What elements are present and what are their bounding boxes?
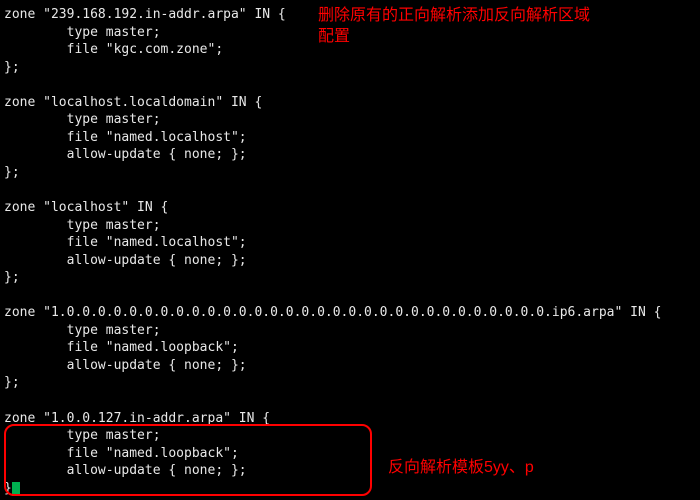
- zone-header: zone "localhost" IN {: [4, 200, 168, 215]
- zone-type-line: type master;: [4, 218, 161, 233]
- zone-file-line: file "named.localhost";: [4, 235, 247, 250]
- zone-header: zone "239.168.192.in-addr.arpa" IN {: [4, 7, 286, 22]
- zone-type-line: type master;: [4, 323, 161, 338]
- annotation-bottom: 反向解析模板5yy、p: [388, 458, 648, 479]
- zone-allow-line: allow-update { none; };: [4, 253, 247, 268]
- zone-type-line: type master;: [4, 112, 161, 127]
- terminal-editor[interactable]: zone "239.168.192.in-addr.arpa" IN { typ…: [4, 6, 696, 497]
- zone-allow-line: allow-update { none; };: [4, 147, 247, 162]
- zone-header: zone "1.0.0.127.in-addr.arpa" IN {: [4, 411, 270, 426]
- zone-file-line: file "kgc.com.zone";: [4, 42, 223, 57]
- zone-close: };: [4, 60, 20, 75]
- zone-close: };: [4, 375, 20, 390]
- zone-allow-line: allow-update { none; };: [4, 358, 247, 373]
- zone-close: };: [4, 270, 20, 285]
- zone-header: zone "localhost.localdomain" IN {: [4, 95, 262, 110]
- annotation-top: 删除原有的正向解析添加反向解析区域配置: [318, 6, 598, 48]
- zone-type-line: type master;: [4, 25, 161, 40]
- zone-header: zone "1.0.0.0.0.0.0.0.0.0.0.0.0.0.0.0.0.…: [4, 305, 661, 320]
- zone-file-line: file "named.loopback";: [4, 340, 239, 355]
- zone-file-line: file "named.loopback";: [4, 446, 239, 461]
- zone-allow-line: allow-update { none; };: [4, 463, 247, 478]
- cursor-icon: [12, 482, 20, 496]
- zone-file-line: file "named.localhost";: [4, 130, 247, 145]
- zone-type-line: type master;: [4, 428, 161, 443]
- zone-close: }: [4, 481, 12, 496]
- zone-close: };: [4, 165, 20, 180]
